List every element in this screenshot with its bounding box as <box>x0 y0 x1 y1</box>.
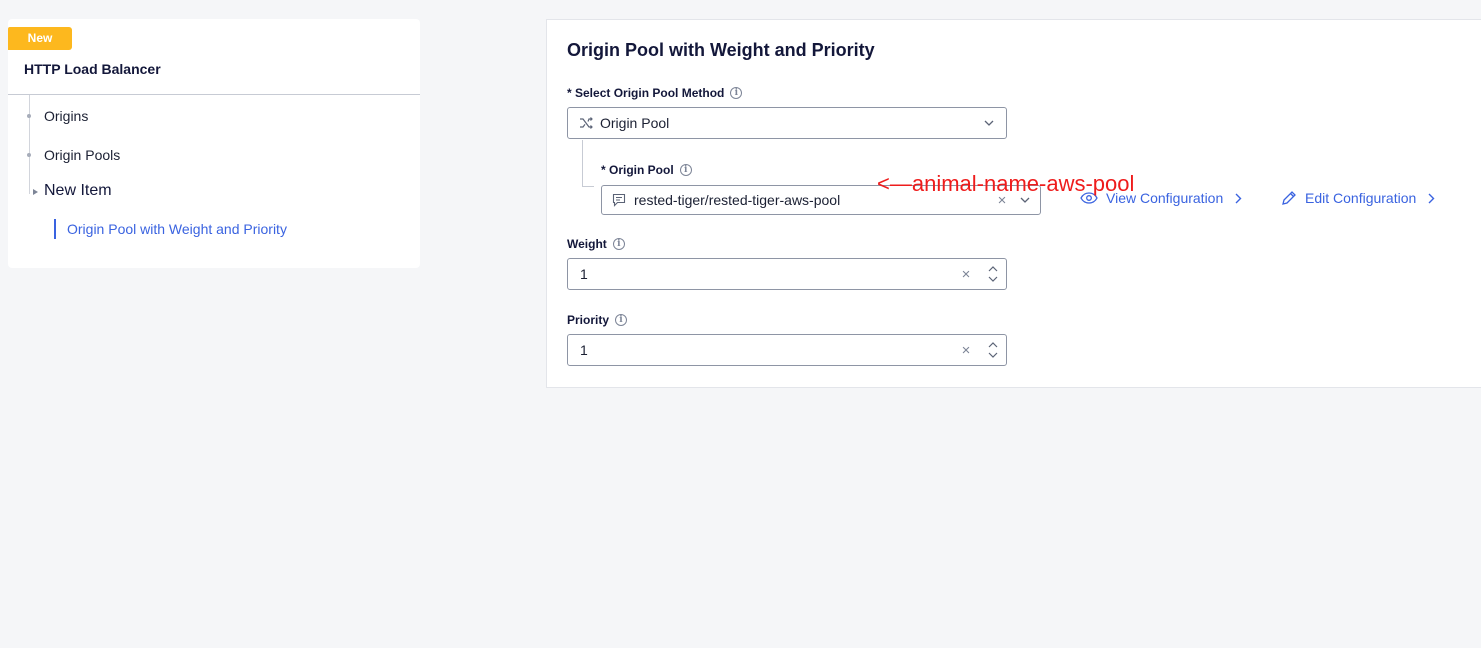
tree-dot <box>27 114 31 118</box>
clear-icon[interactable]: × <box>958 266 974 283</box>
chevron-down-icon[interactable] <box>988 352 998 358</box>
priority-value: 1 <box>580 342 588 358</box>
weight-value: 1 <box>580 266 588 282</box>
chevron-right-icon <box>1235 193 1242 204</box>
clear-icon[interactable]: × <box>958 342 974 359</box>
nav-title: HTTP Load Balancer <box>24 61 161 77</box>
weight-input[interactable]: 1 × <box>567 258 1007 290</box>
list-icon <box>611 193 627 207</box>
edit-configuration-link[interactable]: Edit Configuration <box>1281 190 1435 206</box>
nav-divider <box>8 94 420 95</box>
priority-label-text: Priority <box>567 313 610 327</box>
nav-item-new-item[interactable]: New Item <box>44 182 112 200</box>
sub-tree-line <box>582 140 583 187</box>
info-icon: i <box>615 314 628 326</box>
chevron-up-icon[interactable] <box>988 342 998 348</box>
chevron-down-icon[interactable] <box>988 276 998 282</box>
info-icon: i <box>679 164 692 176</box>
tree-arrow-icon <box>33 189 38 195</box>
chevron-down-icon[interactable] <box>972 120 1006 126</box>
panel-title: Origin Pool with Weight and Priority <box>567 40 875 60</box>
priority-stepper[interactable] <box>980 335 1006 365</box>
tree-dot <box>27 153 31 157</box>
priority-label: Priority i <box>567 313 628 327</box>
method-value: Origin Pool <box>600 115 670 131</box>
origin-pool-label-text: * Origin Pool <box>601 163 674 177</box>
sub-tree-line <box>582 186 594 187</box>
annotation-text: <—animal-name-aws-pool <box>877 171 1135 196</box>
priority-input[interactable]: 1 × <box>567 334 1007 366</box>
info-icon: i <box>730 87 743 99</box>
form-panel: Origin Pool with Weight and Priority * S… <box>546 19 1481 388</box>
nav-item-origin-pools[interactable]: Origin Pools <box>44 147 120 163</box>
nav-sub-item-active[interactable]: Origin Pool with Weight and Priority <box>54 219 287 239</box>
chevron-up-icon[interactable] <box>988 266 998 272</box>
method-label-text: * Select Origin Pool Method <box>567 86 725 100</box>
method-select[interactable]: Origin Pool <box>567 107 1007 139</box>
weight-label: Weight i <box>567 237 625 251</box>
origin-pool-label: * Origin Pool i <box>601 163 692 177</box>
chevron-right-icon <box>1428 193 1435 204</box>
new-badge: New <box>8 27 72 50</box>
info-icon: i <box>612 238 625 250</box>
weight-label-text: Weight <box>567 237 607 251</box>
weight-stepper[interactable] <box>980 259 1006 289</box>
nav-item-origins[interactable]: Origins <box>44 108 88 124</box>
method-label: * Select Origin Pool Method i <box>567 86 743 100</box>
nav-card: New HTTP Load Balancer Origins Origin Po… <box>8 19 420 268</box>
route-icon <box>578 116 594 130</box>
chevron-down-icon[interactable] <box>1010 197 1040 203</box>
pencil-icon <box>1281 190 1297 206</box>
tree-line <box>29 95 30 194</box>
edit-configuration-label: Edit Configuration <box>1305 190 1417 206</box>
